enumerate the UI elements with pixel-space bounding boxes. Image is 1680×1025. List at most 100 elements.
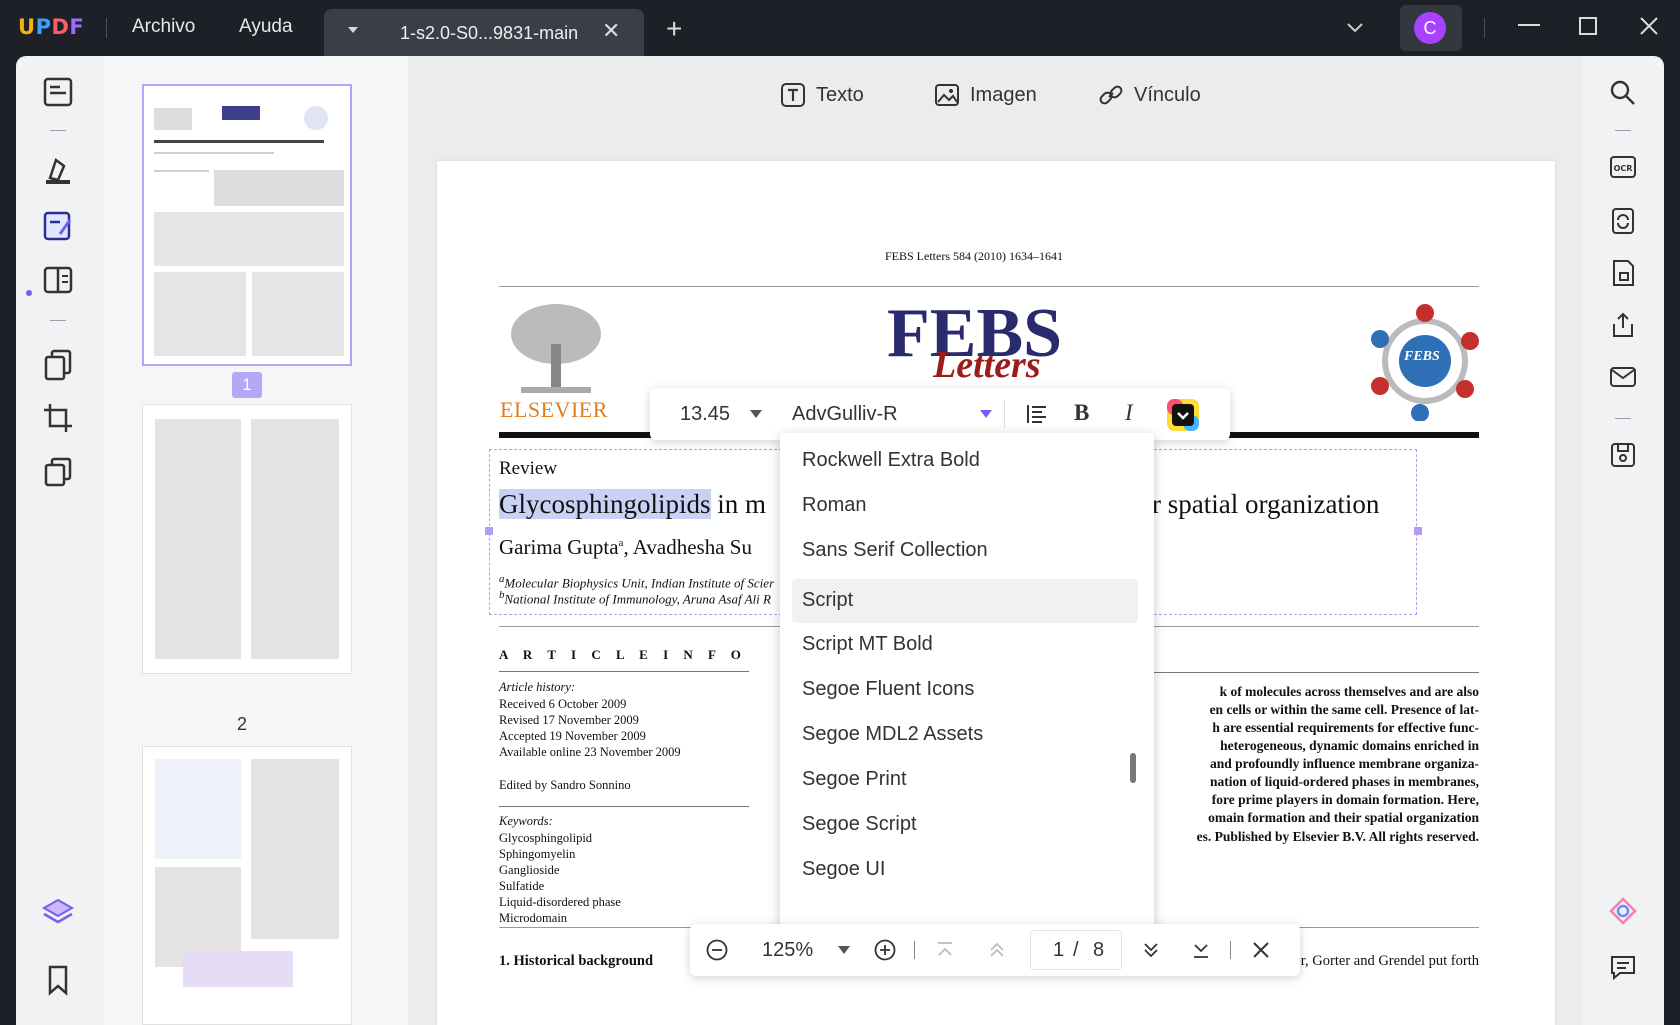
italic-button[interactable]: I [1125, 400, 1133, 426]
comments-icon[interactable] [1608, 952, 1638, 982]
text-color-icon[interactable] [1166, 398, 1200, 432]
abstract-line: and profoundly influence membrane organi… [1209, 756, 1479, 771]
save-icon[interactable] [1608, 440, 1638, 470]
ai-assistant-icon[interactable] [1608, 896, 1638, 926]
history-label: Article history: [499, 680, 576, 694]
menu-archivo[interactable]: Archivo [132, 16, 195, 38]
layers-icon[interactable] [40, 894, 76, 930]
page-tools-icon[interactable] [40, 454, 76, 490]
protect-icon[interactable] [1608, 258, 1638, 288]
text-icon [781, 83, 805, 107]
font-option[interactable]: Segoe Script [802, 813, 917, 836]
zoom-page-bar: 125% 1 / 8 [690, 924, 1300, 976]
font-size-dropdown-icon[interactable] [750, 410, 762, 418]
font-name-dropdown-icon[interactable] [980, 410, 992, 418]
abstract-line: en cells or within the same cell. Presen… [1209, 702, 1479, 717]
font-option[interactable]: Segoe MDL2 Assets [802, 723, 983, 746]
close-window-icon[interactable] [1640, 17, 1658, 35]
menu-ayuda[interactable]: Ayuda [239, 16, 293, 38]
abstract-line: nation of liquid-ordered phases in membr… [1209, 774, 1479, 789]
crop-icon[interactable] [40, 400, 76, 436]
document-tab[interactable]: 1-s2.0-S0...9831-main ✕ [324, 9, 644, 57]
section-label: Review [499, 458, 558, 479]
add-link-button[interactable]: Vínculo [1098, 82, 1201, 108]
convert-icon[interactable] [1608, 206, 1638, 236]
font-size-value[interactable]: 13.45 [680, 403, 730, 426]
divider [1615, 418, 1631, 419]
scrollbar-thumb[interactable] [1130, 753, 1136, 783]
rule [499, 806, 749, 807]
search-icon[interactable] [1608, 78, 1638, 108]
next-page-icon[interactable] [1142, 941, 1160, 959]
add-text-button[interactable]: Texto [780, 82, 864, 108]
edit-pdf-icon[interactable] [40, 208, 76, 244]
font-option[interactable]: Sans Serif Collection [802, 539, 988, 562]
maximize-icon[interactable] [1579, 17, 1597, 35]
page-layout-icon[interactable] [40, 262, 76, 298]
page-thumbnail-1[interactable] [142, 84, 352, 366]
close-icon[interactable] [1252, 941, 1270, 959]
divider [1484, 18, 1485, 38]
add-link-label: Vínculo [1134, 83, 1201, 106]
font-option[interactable]: Roman [802, 494, 866, 517]
keyword: Microdomain [499, 911, 568, 925]
add-text-label: Texto [816, 83, 864, 106]
first-page-icon[interactable] [936, 941, 954, 959]
page-thumbnail-3[interactable] [142, 746, 352, 1025]
font-option[interactable]: Segoe Fluent Icons [802, 678, 974, 701]
zoom-level[interactable]: 125% [762, 939, 813, 962]
copyright: es. Published by Elsevier B.V. All right… [1196, 829, 1479, 844]
minimize-icon[interactable] [1518, 24, 1540, 28]
bookmark-icon[interactable] [40, 962, 76, 998]
close-tab-icon[interactable]: ✕ [602, 18, 620, 44]
article-info-heading: A R T I C L E I N F O [499, 647, 747, 662]
keywords-label: Keywords: [499, 814, 553, 828]
page-input[interactable]: 1 / 8 [1030, 930, 1122, 970]
title-tail: r spatial organization [1152, 489, 1380, 519]
history-item: Received 6 October 2009 [499, 697, 627, 711]
previous-page-icon[interactable] [988, 941, 1006, 959]
share-icon[interactable] [1608, 310, 1638, 340]
page-number-label: 2 [237, 714, 248, 734]
avatar: C [1414, 12, 1446, 44]
page-thumbnail-2[interactable] [142, 404, 352, 674]
reader-icon[interactable] [40, 74, 76, 110]
font-option[interactable]: Segoe Print [802, 768, 907, 791]
resize-handle[interactable] [485, 527, 493, 535]
email-icon[interactable] [1608, 362, 1638, 392]
zoom-in-icon[interactable] [874, 939, 896, 961]
font-name-value[interactable]: AdvGulliv-R [792, 403, 898, 426]
last-page-icon[interactable] [1192, 941, 1210, 959]
authors: Garima Guptaa, Avadhesha Su [499, 535, 752, 560]
zoom-out-icon[interactable] [706, 939, 728, 961]
paper-title[interactable]: Glycosphingolipids in m [499, 489, 766, 520]
new-tab-button[interactable]: + [666, 13, 682, 45]
tab-title: 1-s2.0-S0...9831-main [400, 23, 579, 43]
font-option[interactable]: Segoe UI [802, 858, 885, 881]
journal-citation: FEBS Letters 584 (2010) 1634–1641 [885, 249, 1063, 263]
divider [1230, 941, 1231, 959]
history-item: Revised 17 November 2009 [499, 713, 639, 727]
section-heading: 1. Historical background [499, 953, 654, 969]
bold-button[interactable]: B [1074, 400, 1089, 426]
zoom-dropdown-icon[interactable] [838, 946, 850, 954]
abstract-line: heterogeneous, dynamic domains enriched … [1220, 738, 1479, 753]
comment-highlighter-icon[interactable] [40, 152, 76, 188]
align-left-icon[interactable] [1026, 403, 1048, 425]
chevron-down-icon[interactable] [1346, 22, 1364, 34]
total-pages: 8 [1093, 939, 1105, 961]
selected-text: Glycosphingolipids [499, 489, 711, 519]
tab-dropdown-icon[interactable] [348, 27, 358, 33]
add-image-button[interactable]: Imagen [934, 82, 1037, 108]
font-option[interactable]: Script MT Bold [802, 633, 933, 656]
abstract-line: omain formation and their spatial organi… [1208, 810, 1479, 825]
account-button[interactable]: C [1400, 5, 1462, 51]
font-option-hovered[interactable]: Script [802, 589, 853, 612]
thumbnail-panel: 1 2 [104, 56, 408, 1025]
organize-pages-icon[interactable] [40, 346, 76, 382]
ocr-icon[interactable]: OCR [1608, 152, 1638, 182]
add-image-label: Imagen [970, 83, 1037, 106]
divider [50, 130, 66, 131]
resize-handle[interactable] [1414, 527, 1422, 535]
font-option[interactable]: Rockwell Extra Bold [802, 449, 980, 472]
